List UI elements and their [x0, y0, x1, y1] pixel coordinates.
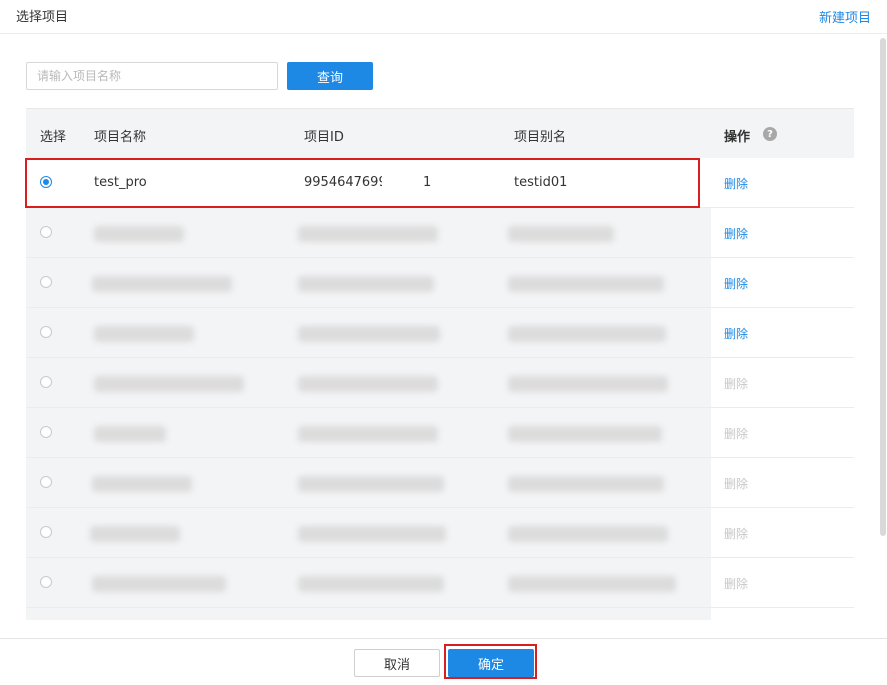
blurred-project-name: [92, 276, 232, 292]
table-row[interactable]: test_pro 9954647699( 1 testid01 删除: [26, 158, 854, 208]
row-radio[interactable]: [40, 226, 52, 238]
delete-link-disabled: 删除: [724, 527, 749, 541]
table-row[interactable]: 删除: [26, 258, 854, 308]
delete-link-disabled: 删除: [724, 427, 749, 441]
row-radio-selected[interactable]: [40, 176, 52, 188]
blurred-project-name: [94, 376, 244, 392]
column-project-name: 项目名称: [94, 130, 147, 145]
new-project-link[interactable]: 新建项目: [819, 7, 871, 26]
blurred-project-id: [298, 426, 438, 442]
row-radio[interactable]: [40, 326, 52, 338]
header-divider: [0, 33, 887, 34]
column-project-alias: 项目别名: [514, 130, 567, 145]
blurred-project-name: [92, 476, 192, 492]
project-id-tail: 1: [423, 175, 432, 190]
table-row[interactable]: 删除: [26, 458, 854, 508]
table-row[interactable]: 删除: [26, 508, 854, 558]
table-header: 选择 项目名称 项目ID 项目别名 操作 ?: [26, 108, 854, 158]
blurred-project-id: [298, 226, 438, 242]
blurred-project-alias: [508, 326, 666, 342]
blurred-project-id: [298, 326, 440, 342]
column-project-id: 项目ID: [304, 130, 344, 145]
blurred-project-id: [298, 526, 446, 542]
blurred-project-name: [92, 576, 226, 592]
table-row-partial: [26, 608, 854, 620]
blurred-project-alias: [508, 526, 668, 542]
row-radio[interactable]: [40, 376, 52, 388]
delete-link[interactable]: 删除: [724, 275, 748, 292]
blurred-project-id: [298, 276, 434, 292]
delete-link[interactable]: 删除: [724, 175, 748, 192]
help-icon[interactable]: ?: [763, 127, 777, 141]
project-id-cell: 9954647699(: [304, 175, 382, 190]
project-table: 选择 项目名称 项目ID 项目别名 操作 ? test_pro 99546476…: [26, 108, 854, 620]
column-select: 选择: [40, 130, 67, 145]
table-row[interactable]: 删除: [26, 558, 854, 608]
project-alias-cell: testid01: [514, 175, 568, 190]
blurred-project-name: [90, 526, 180, 542]
delete-link-disabled: 删除: [724, 377, 749, 391]
footer-divider: [0, 638, 887, 639]
delete-link[interactable]: 删除: [724, 325, 748, 342]
table-row[interactable]: 删除: [26, 358, 854, 408]
column-operation: 操作: [724, 130, 751, 145]
blurred-project-alias: [508, 376, 668, 392]
delete-link-disabled: 删除: [724, 477, 749, 491]
confirm-button[interactable]: 确定: [448, 649, 534, 677]
scrollbar-thumb[interactable]: [880, 38, 886, 536]
blurred-project-alias: [508, 476, 664, 492]
project-name-cell: test_pro: [94, 175, 147, 190]
table-row[interactable]: 删除: [26, 208, 854, 258]
blurred-project-name: [94, 426, 166, 442]
row-radio[interactable]: [40, 276, 52, 288]
blurred-project-alias: [508, 426, 662, 442]
blurred-project-name: [94, 326, 194, 342]
delete-link[interactable]: 删除: [724, 225, 748, 242]
blurred-project-id: [298, 476, 444, 492]
row-radio[interactable]: [40, 476, 52, 488]
blurred-project-id: [298, 576, 444, 592]
delete-link-disabled: 删除: [724, 577, 749, 591]
table-row[interactable]: 删除: [26, 308, 854, 358]
row-radio[interactable]: [40, 576, 52, 588]
blurred-project-alias: [508, 226, 614, 242]
dialog-title: 选择项目: [16, 10, 69, 25]
row-radio[interactable]: [40, 526, 52, 538]
project-name-search-input[interactable]: [26, 62, 278, 90]
blurred-project-name: [94, 226, 184, 242]
cancel-button[interactable]: 取消: [354, 649, 440, 677]
blurred-project-alias: [508, 276, 664, 292]
row-radio[interactable]: [40, 426, 52, 438]
blurred-project-alias: [508, 576, 676, 592]
query-button[interactable]: 查询: [287, 62, 373, 90]
blurred-project-id: [298, 376, 438, 392]
table-row[interactable]: 删除: [26, 408, 854, 458]
